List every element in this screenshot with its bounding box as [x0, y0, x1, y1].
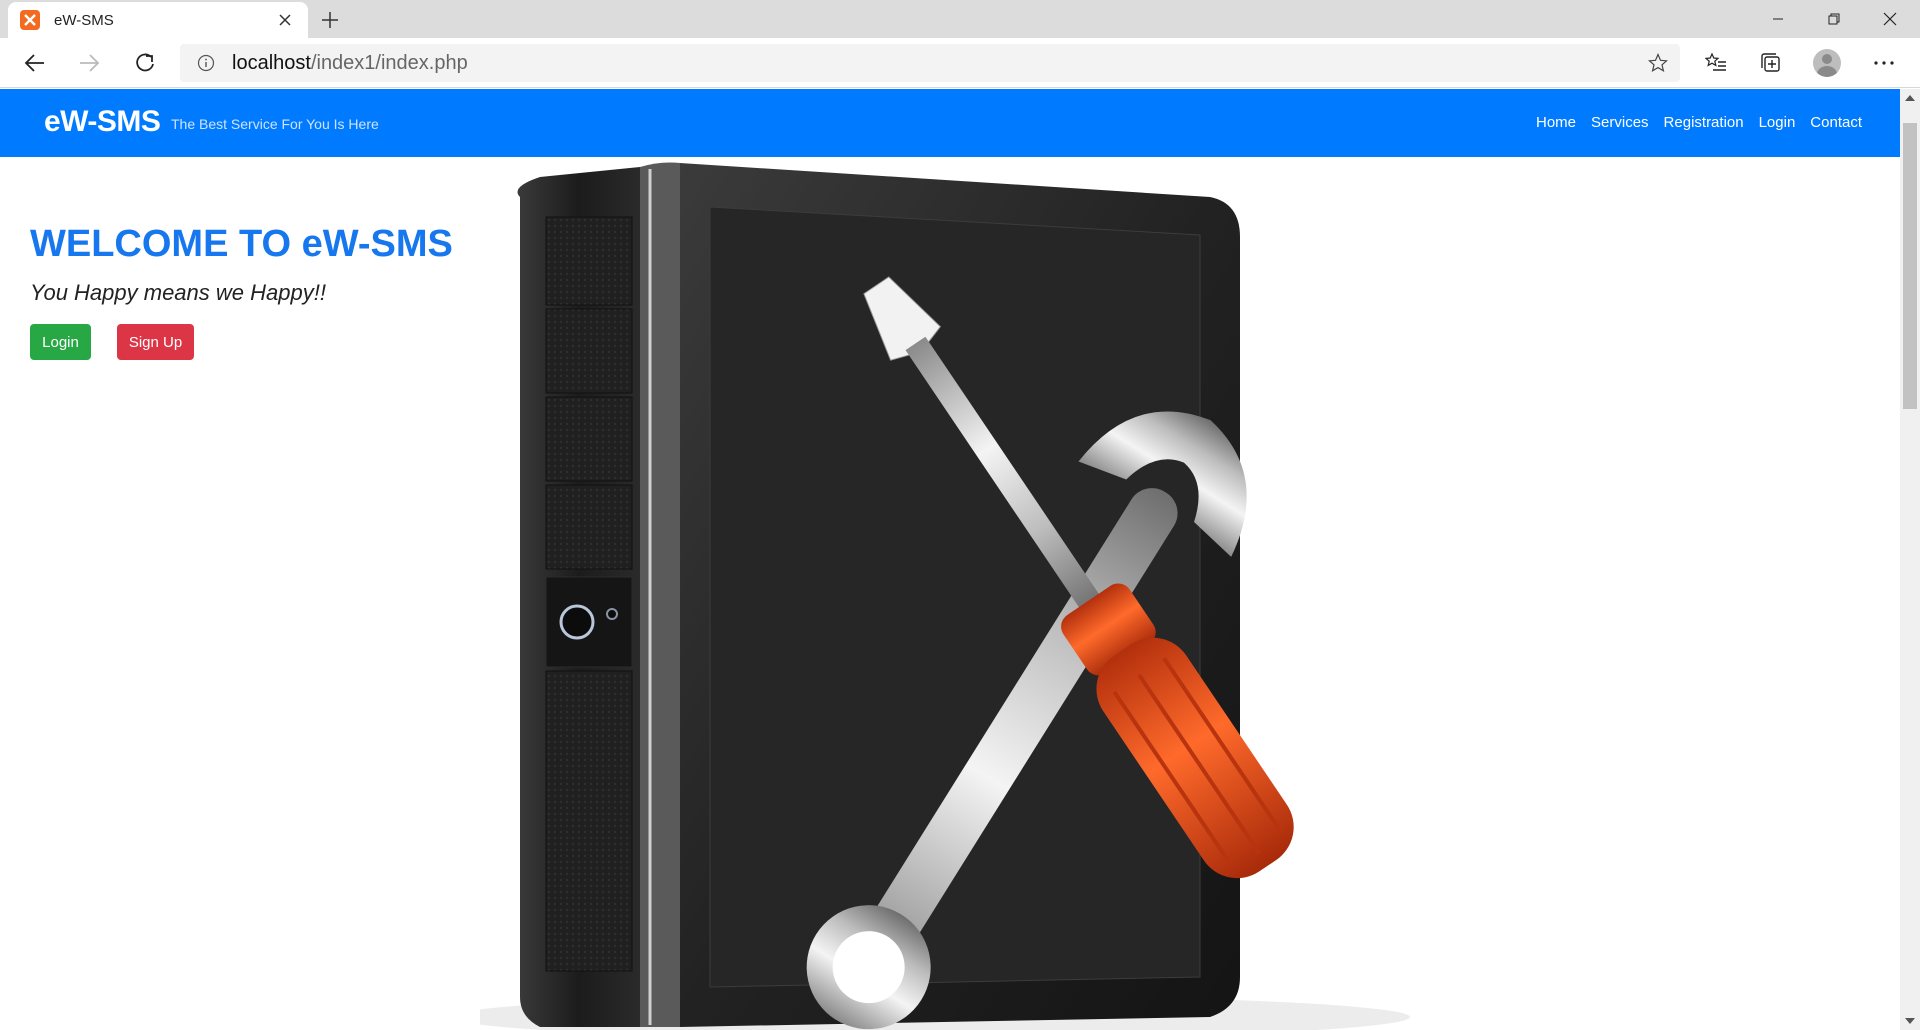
plus-icon[interactable] [316, 6, 344, 34]
url-path: /index1/index.php [310, 51, 468, 74]
nav-home[interactable]: Home [1536, 114, 1576, 131]
avatar [1813, 49, 1841, 77]
back-icon[interactable] [17, 45, 53, 81]
tab-strip: eW-SMS [0, 0, 1920, 38]
nav-login[interactable]: Login [1759, 114, 1796, 131]
login-button[interactable]: Login [30, 324, 91, 360]
nav-registration[interactable]: Registration [1664, 114, 1744, 131]
url-text: localhost/index1/index.php [232, 52, 468, 75]
url-host: localhost [232, 51, 311, 74]
browser-toolbar: localhost/index1/index.php [0, 38, 1920, 88]
profile-icon[interactable] [1811, 47, 1843, 79]
minimize-icon[interactable] [1750, 0, 1806, 38]
collections-icon[interactable] [1755, 47, 1787, 79]
site-tagline: The Best Service For You Is Here [171, 116, 379, 132]
site-menu: Home Services Registration Login Contact [1536, 114, 1862, 131]
info-icon[interactable] [180, 54, 232, 72]
more-icon[interactable] [1868, 47, 1900, 79]
browser-tab[interactable]: eW-SMS [8, 2, 308, 38]
site-brand[interactable]: eW-SMS [44, 105, 161, 139]
page-scrollbar[interactable] [1900, 89, 1920, 1030]
forward-icon[interactable] [71, 45, 107, 81]
close-icon[interactable] [274, 9, 296, 31]
chevron-down-icon[interactable] [1900, 1012, 1920, 1030]
xampp-favicon-icon [20, 10, 40, 30]
hero-title: WELCOME TO eW-SMS [30, 223, 453, 265]
hero-subtitle: You Happy means we Happy!! [30, 280, 326, 305]
computer-repair-illustration [480, 162, 1410, 1030]
window-close-icon[interactable] [1862, 0, 1918, 38]
nav-services[interactable]: Services [1591, 114, 1649, 131]
nav-contact[interactable]: Contact [1810, 114, 1862, 131]
star-icon[interactable] [1646, 51, 1670, 75]
tab-title: eW-SMS [54, 11, 114, 29]
site-navbar: eW-SMS The Best Service For You Is Here … [0, 89, 1900, 157]
page-viewport: eW-SMS The Best Service For You Is Here … [0, 89, 1900, 1030]
address-bar[interactable]: localhost/index1/index.php [180, 44, 1680, 82]
restore-icon[interactable] [1806, 0, 1862, 38]
reload-icon[interactable] [127, 45, 163, 81]
signup-button[interactable]: Sign Up [117, 324, 194, 360]
scrollbar-thumb[interactable] [1903, 123, 1917, 409]
chevron-up-icon[interactable] [1900, 89, 1920, 107]
favorites-icon[interactable] [1700, 47, 1732, 79]
